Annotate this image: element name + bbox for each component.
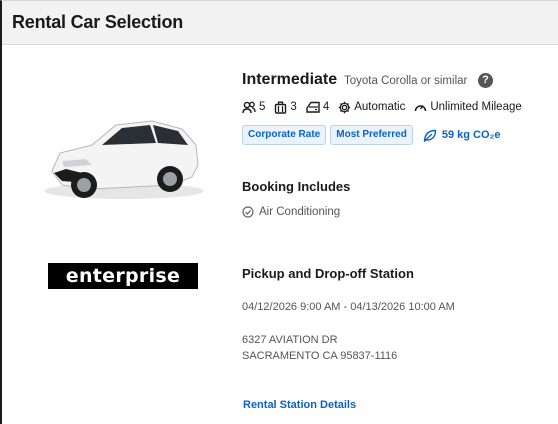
passengers-icon [242, 101, 256, 113]
car-door-icon [306, 101, 320, 113]
page-title: Rental Car Selection [12, 12, 184, 32]
car-features: 5 3 4 Automatic Unlimited Mileage [242, 99, 531, 115]
leaf-icon [423, 129, 437, 142]
question-circle-icon[interactable]: ? [478, 73, 493, 88]
speedometer-icon [415, 105, 427, 112]
feature-mileage: Unlimited Mileage [414, 101, 522, 113]
most-preferred-badge: Most Preferred [330, 125, 413, 145]
check-circle-icon [242, 206, 254, 218]
car-image [32, 69, 212, 249]
rental-car-panel: Rental Car Selection enterprise Intermed… [0, 0, 558, 424]
sedan-car-icon [44, 120, 204, 199]
rental-dates: 04/12/2026 9:00 AM - 04/13/2026 10:00 AM [242, 301, 455, 313]
address-line-1: 6327 AVIATION DR [242, 334, 338, 346]
co2-value: 59 kg CO₂e [441, 129, 501, 141]
enterprise-logo: enterprise [48, 263, 198, 289]
luggage-icon [275, 101, 287, 114]
rental-station-details-link[interactable]: Rental Station Details [243, 399, 356, 411]
corporate-rate-badge: Corporate Rate [242, 125, 327, 145]
feature-bags: 3 [274, 101, 297, 114]
booking-includes-heading: Booking Includes [242, 179, 351, 194]
include-air-conditioning: Air Conditioning [242, 206, 340, 218]
vendor-logo-text: enterprise [65, 265, 181, 287]
pickup-heading: Pickup and Drop-off Station [242, 266, 414, 281]
car-model: Toyota Corolla or similar [344, 75, 468, 87]
feature-passengers: 5 [242, 101, 265, 114]
panel-header: Rental Car Selection [2, 1, 558, 45]
co2-emissions: 59 kg CO₂e [423, 129, 501, 142]
gear-icon [339, 101, 351, 113]
feature-transmission: Automatic [338, 101, 405, 114]
rate-badges: Corporate Rate Most Preferred 59 kg CO₂e [242, 125, 501, 145]
car-class: Intermediate [242, 71, 338, 88]
feature-doors: 4 [306, 101, 329, 113]
address-line-2: SACRAMENTO CA 95837-1116 [242, 350, 398, 362]
